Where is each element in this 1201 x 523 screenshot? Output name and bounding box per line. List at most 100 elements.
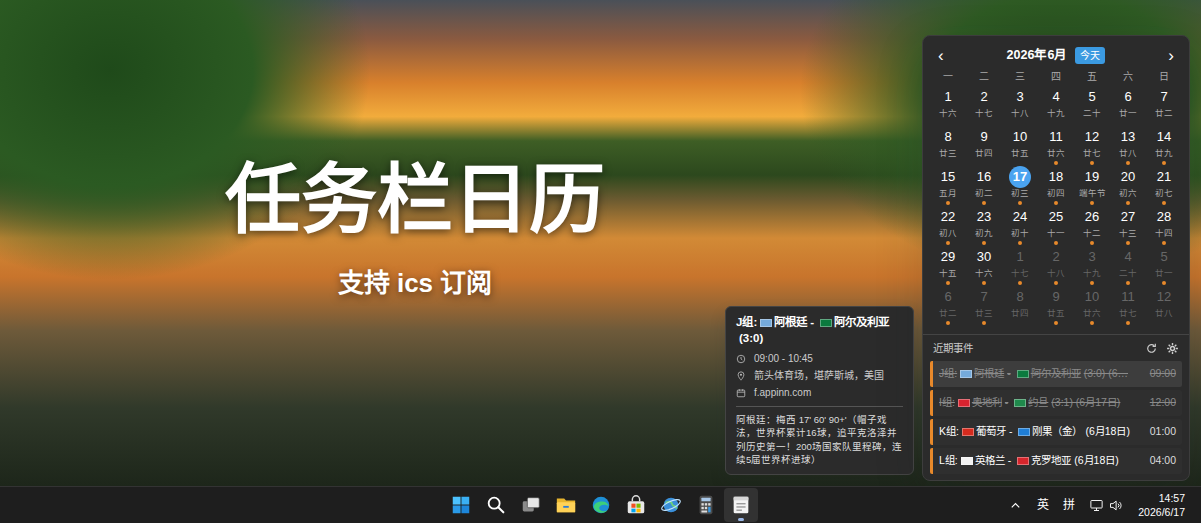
calendar-day[interactable]: 23初九 bbox=[966, 206, 1002, 246]
event-item[interactable]: J组:阿根廷-阿尔及利亚(3:0) (6…09:00 bbox=[930, 361, 1182, 387]
event-dot bbox=[1162, 121, 1166, 125]
next-month-button[interactable]: › bbox=[1168, 47, 1174, 64]
calendar-day[interactable]: 16初二 bbox=[966, 166, 1002, 206]
calendar-day[interactable]: 27十三 bbox=[1110, 206, 1146, 246]
ime-indicator[interactable]: 拼 bbox=[1058, 494, 1080, 516]
calendar-day[interactable]: 10廿五 bbox=[1002, 126, 1038, 166]
edge-icon bbox=[590, 494, 612, 516]
lunar-date: 十八 bbox=[1047, 268, 1065, 279]
event-item[interactable]: I组:奥地利-约旦(3:1) (6月17日)12:00 bbox=[930, 390, 1182, 416]
input-mode-indicator[interactable]: 英 bbox=[1032, 494, 1054, 516]
taskbar-globe-button[interactable] bbox=[654, 488, 688, 522]
start-icon bbox=[450, 494, 472, 516]
lunar-date: 十一 bbox=[1047, 228, 1065, 239]
calendar-day[interactable]: 15五月 bbox=[930, 166, 966, 206]
taskbar-task-view-button[interactable] bbox=[514, 488, 548, 522]
weekday-row: 一二三四五六日 bbox=[930, 66, 1182, 86]
team-name: 约旦 bbox=[1028, 396, 1048, 408]
day-number: 13 bbox=[1117, 126, 1139, 148]
month-title[interactable]: 2026年6月 bbox=[1007, 46, 1068, 65]
event-title: J组:阿根廷-阿尔及利亚(3:0) (6… bbox=[939, 366, 1142, 382]
event-dot bbox=[1090, 321, 1094, 325]
globe-icon bbox=[660, 494, 682, 516]
calendar-day[interactable]: 12廿八 bbox=[1146, 286, 1182, 326]
task-view-icon bbox=[520, 494, 542, 516]
taskbar-calculator-button[interactable] bbox=[689, 488, 723, 522]
team-name: 阿尔及利亚 bbox=[834, 316, 889, 328]
taskbar-clock[interactable]: 14:572026/6/17 bbox=[1132, 490, 1191, 520]
calendar-day[interactable]: 8廿三 bbox=[930, 126, 966, 166]
calendar-day[interactable]: 3十八 bbox=[1002, 86, 1038, 126]
taskbar-edge-button[interactable] bbox=[584, 488, 618, 522]
calendar-day[interactable]: 30十六 bbox=[966, 246, 1002, 286]
calendar-day[interactable]: 10廿六 bbox=[1074, 286, 1110, 326]
lunar-date: 廿七 bbox=[1119, 308, 1137, 319]
taskbar-file-explorer-button[interactable] bbox=[549, 488, 583, 522]
event-dot bbox=[1090, 281, 1094, 285]
calendar-day[interactable]: 11廿七 bbox=[1110, 286, 1146, 326]
calendar-day[interactable]: 14廿九 bbox=[1146, 126, 1182, 166]
calendar-day[interactable]: 11廿六 bbox=[1038, 126, 1074, 166]
calendar-day[interactable]: 9廿五 bbox=[1038, 286, 1074, 326]
refresh-icon[interactable] bbox=[1145, 342, 1158, 355]
prev-month-button[interactable]: ‹ bbox=[938, 47, 944, 64]
event-tooltip: J组:阿根廷-阿尔及利亚(3:0)09:00 - 10:45箭头体育场，堪萨斯城… bbox=[725, 306, 914, 475]
team-name: 阿根廷 bbox=[774, 316, 807, 328]
calendar-day[interactable]: 7廿二 bbox=[1146, 86, 1182, 126]
day-number: 10 bbox=[1081, 286, 1103, 308]
calendar-day[interactable]: 5廿一 bbox=[1146, 246, 1182, 286]
calendar-day[interactable]: 17初三 bbox=[1002, 166, 1038, 206]
event-item[interactable]: K组:葡萄牙-刚果（金）(6月18日)01:00 bbox=[930, 419, 1182, 445]
today-button[interactable]: 今天 bbox=[1075, 47, 1105, 64]
weekday-label: 四 bbox=[1038, 68, 1074, 86]
calendar-day[interactable]: 9廿四 bbox=[966, 126, 1002, 166]
lunar-date: 初四 bbox=[1047, 188, 1065, 199]
calendar-day[interactable]: 21初七 bbox=[1146, 166, 1182, 206]
lunar-date: 廿二 bbox=[939, 308, 957, 319]
calendar-day[interactable]: 13廿八 bbox=[1110, 126, 1146, 166]
calendar-day[interactable]: 20初六 bbox=[1110, 166, 1146, 206]
calendar-day[interactable]: 25十一 bbox=[1038, 206, 1074, 246]
flag-icon bbox=[1017, 457, 1029, 465]
calendar-day[interactable]: 6廿一 bbox=[1110, 86, 1146, 126]
calendar-day[interactable]: 28十四 bbox=[1146, 206, 1182, 246]
calendar-day[interactable]: 4二十 bbox=[1110, 246, 1146, 286]
calendar-day[interactable]: 12廿七 bbox=[1074, 126, 1110, 166]
calendar-day[interactable]: 18初四 bbox=[1038, 166, 1074, 206]
event-dot bbox=[1018, 201, 1022, 205]
event-dot bbox=[982, 241, 986, 245]
lunar-date: 十六 bbox=[939, 108, 957, 119]
taskbar-calendar-button[interactable] bbox=[724, 488, 758, 522]
calendar-day[interactable]: 4十九 bbox=[1038, 86, 1074, 126]
lunar-date: 十八 bbox=[1011, 108, 1029, 119]
calendar-day[interactable]: 2十八 bbox=[1038, 246, 1074, 286]
quick-settings-button[interactable] bbox=[1084, 496, 1128, 515]
calendar-day[interactable]: 6廿二 bbox=[930, 286, 966, 326]
taskbar-search-button[interactable] bbox=[479, 488, 513, 522]
calendar-day[interactable]: 24初十 bbox=[1002, 206, 1038, 246]
calendar-day[interactable]: 22初八 bbox=[930, 206, 966, 246]
day-number: 21 bbox=[1153, 166, 1175, 188]
event-dot bbox=[982, 161, 986, 165]
calendar-day[interactable]: 3十九 bbox=[1074, 246, 1110, 286]
calendar-day[interactable]: 29十五 bbox=[930, 246, 966, 286]
event-item[interactable]: L组:英格兰-克罗地亚(6月18日)04:00 bbox=[930, 448, 1182, 474]
event-dot bbox=[1126, 321, 1130, 325]
show-hidden-icons-button[interactable] bbox=[1003, 496, 1028, 515]
taskbar-start-button[interactable] bbox=[444, 488, 478, 522]
calendar-day[interactable]: 7廿三 bbox=[966, 286, 1002, 326]
calendar-day[interactable]: 8廿四 bbox=[1002, 286, 1038, 326]
weekday-label: 日 bbox=[1146, 68, 1182, 86]
calendar-day[interactable]: 2十七 bbox=[966, 86, 1002, 126]
lunar-date: 廿八 bbox=[1155, 308, 1173, 319]
gear-icon[interactable] bbox=[1166, 342, 1179, 355]
lunar-date: 初七 bbox=[1155, 188, 1173, 199]
event-dot bbox=[946, 201, 950, 205]
calendar-day[interactable]: 26十二 bbox=[1074, 206, 1110, 246]
calendar-day[interactable]: 1十六 bbox=[930, 86, 966, 126]
calendar-day[interactable]: 1十七 bbox=[1002, 246, 1038, 286]
event-dot bbox=[1090, 161, 1094, 165]
calendar-day[interactable]: 5二十 bbox=[1074, 86, 1110, 126]
calendar-day[interactable]: 19端午节 bbox=[1074, 166, 1110, 206]
taskbar-store-button[interactable] bbox=[619, 488, 653, 522]
